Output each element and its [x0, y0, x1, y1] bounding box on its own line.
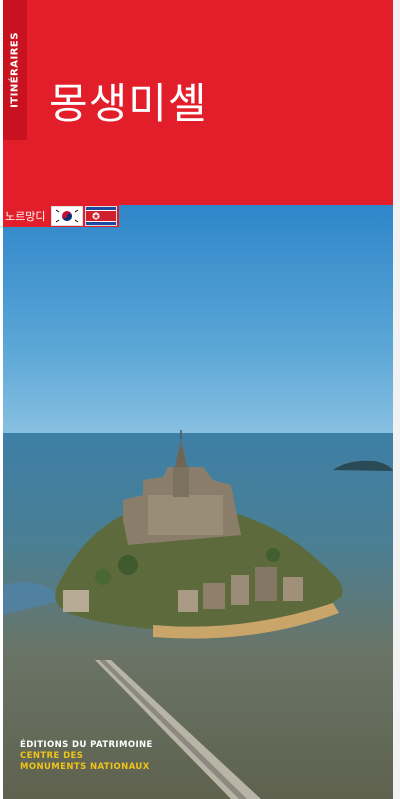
title-banner: ITINÉRAIRES 몽생미셸 [3, 0, 393, 205]
publisher-line-1: ÉDITIONS DU PATRIMOINE [20, 740, 153, 750]
south-korea-flag-icon [51, 206, 84, 226]
region-label: 노르망디 [5, 210, 46, 223]
publisher-imprint: ÉDITIONS DU PATRIMOINE CENTRE DES MONUME… [20, 740, 153, 773]
publisher-line-3: MONUMENTS NATIONAUX [20, 762, 150, 772]
brochure-cover: ITINÉRAIRES 몽생미셸 노르망디 ÉDITIONS DU PATRIM… [3, 0, 393, 799]
publisher-line-2: CENTRE DES [20, 751, 84, 761]
page-edge [393, 0, 400, 799]
mont-saint-michel-photo [3, 205, 393, 799]
region-tab: 노르망디 [3, 205, 120, 227]
series-label: ITINÉRAIRES [9, 32, 21, 108]
series-strip: ITINÉRAIRES [3, 0, 27, 140]
cover-title: 몽생미셸 [49, 79, 208, 128]
north-korea-flag-icon [85, 206, 118, 226]
